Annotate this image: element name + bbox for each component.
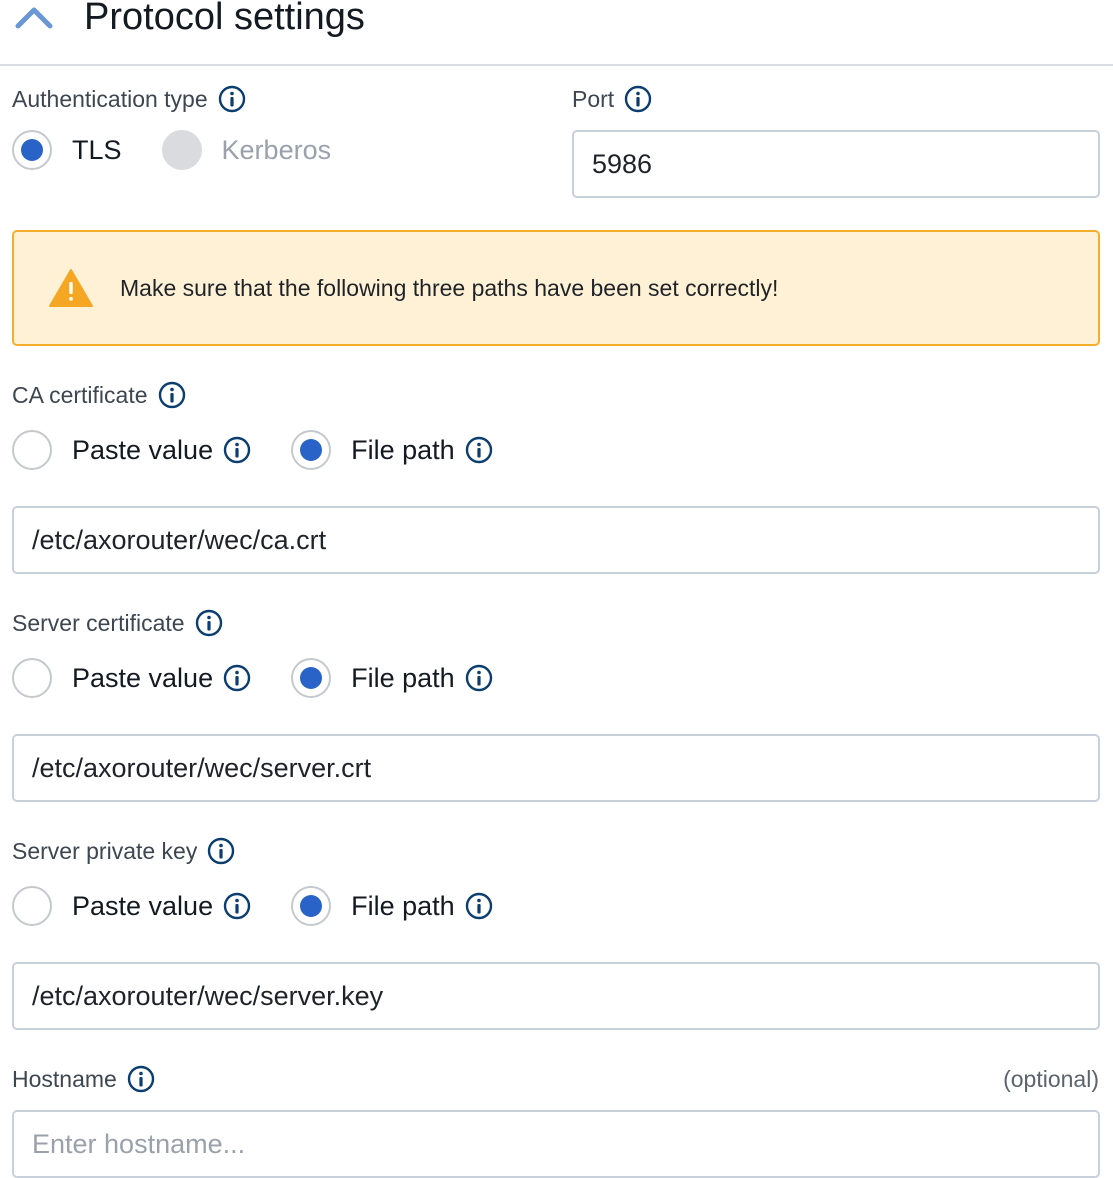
radio-selected-indicator[interactable]	[291, 658, 332, 698]
info-icon[interactable]	[218, 85, 246, 113]
auth-tls-label: TLS	[72, 135, 122, 165]
ca-certificate-radio-group: Paste value File path	[12, 428, 533, 472]
hostname-optional-hint: (optional)	[1003, 1066, 1099, 1092]
chevron-up-icon[interactable]	[14, 2, 54, 30]
radio-unselected-indicator[interactable]	[12, 658, 52, 698]
info-icon[interactable]	[465, 664, 493, 692]
auth-tls-radio[interactable]: TLS	[12, 130, 122, 170]
ca-file-path-label: File path	[351, 435, 455, 465]
server-private-key-label: Server private key	[12, 836, 235, 866]
hostname-input[interactable]	[12, 1110, 1100, 1178]
ca-file-path-radio[interactable]: File path	[291, 430, 493, 470]
info-icon[interactable]	[207, 837, 235, 865]
radio-selected-indicator[interactable]	[291, 430, 332, 470]
radio-unselected-indicator[interactable]	[12, 886, 52, 926]
info-icon[interactable]	[465, 892, 493, 920]
info-icon[interactable]	[624, 85, 652, 113]
server-certificate-label: Server certificate	[12, 608, 223, 638]
auth-kerberos-radio[interactable]: Kerberos	[161, 130, 332, 170]
hostname-label-text: Hostname	[12, 1066, 117, 1092]
port-label: Port	[572, 84, 652, 114]
auth-type-label-text: Authentication type	[12, 86, 208, 112]
key-file-path-label: File path	[351, 891, 455, 921]
info-icon[interactable]	[158, 381, 186, 409]
auth-kerberos-label: Kerberos	[221, 135, 332, 165]
server-private-key-label-text: Server private key	[12, 838, 198, 864]
warning-banner: Make sure that the following three paths…	[12, 230, 1100, 346]
hostname-label: Hostname	[12, 1064, 155, 1094]
radio-disabled-indicator[interactable]	[161, 130, 202, 170]
server-certificate-radio-group: Paste value File path	[12, 656, 533, 700]
protocol-settings-panel: Protocol settings Authentication type TL…	[0, 0, 1113, 1178]
ca-certificate-label: CA certificate	[12, 380, 186, 410]
auth-type-label: Authentication type	[12, 84, 246, 114]
info-icon[interactable]	[465, 436, 493, 464]
auth-type-radio-group: TLS Kerberos	[12, 128, 371, 172]
info-icon[interactable]	[127, 1065, 155, 1093]
key-file-path-radio[interactable]: File path	[291, 886, 493, 926]
radio-selected-indicator[interactable]	[12, 130, 52, 170]
port-input[interactable]	[572, 130, 1100, 198]
server-private-key-radio-group: Paste value File path	[12, 884, 533, 928]
ca-paste-value-radio[interactable]: Paste value	[12, 430, 251, 470]
key-paste-value-label: Paste value	[72, 891, 214, 921]
radio-selected-indicator[interactable]	[291, 886, 332, 926]
page-title: Protocol settings	[84, 0, 365, 38]
warning-text: Make sure that the following three paths…	[120, 274, 779, 301]
info-icon[interactable]	[195, 609, 223, 637]
radio-unselected-indicator[interactable]	[12, 430, 52, 470]
port-label-text: Port	[572, 86, 615, 112]
info-icon[interactable]	[223, 664, 251, 692]
server-certificate-label-text: Server certificate	[12, 610, 185, 636]
server-certificate-path-input[interactable]	[12, 734, 1100, 802]
warning-triangle-icon	[49, 269, 93, 307]
server-cert-file-path-label: File path	[351, 663, 455, 693]
server-cert-paste-value-label: Paste value	[72, 663, 214, 693]
ca-certificate-label-text: CA certificate	[12, 382, 148, 408]
ca-certificate-path-input[interactable]	[12, 506, 1100, 574]
ca-paste-value-label: Paste value	[72, 435, 214, 465]
server-cert-file-path-radio[interactable]: File path	[291, 658, 493, 698]
server-private-key-path-input[interactable]	[12, 962, 1100, 1030]
section-header: Protocol settings	[0, 0, 1113, 66]
info-icon[interactable]	[223, 892, 251, 920]
info-icon[interactable]	[223, 436, 251, 464]
key-paste-value-radio[interactable]: Paste value	[12, 886, 251, 926]
server-cert-paste-value-radio[interactable]: Paste value	[12, 658, 251, 698]
